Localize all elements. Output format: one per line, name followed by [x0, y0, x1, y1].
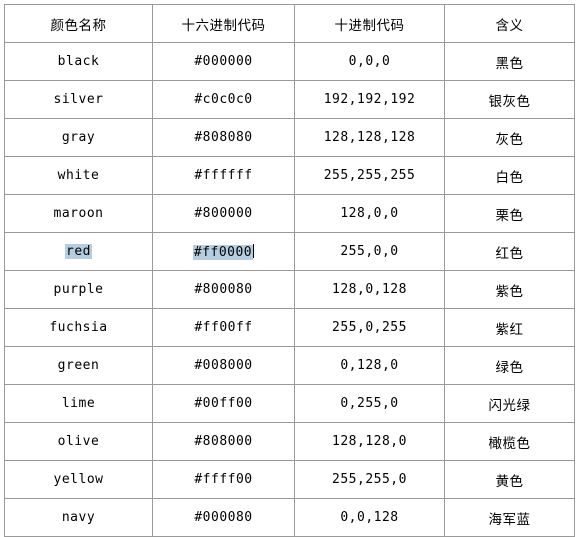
text-caret [253, 243, 255, 258]
table-row: yellow #ffff00 255,255,0 黄色 [4, 460, 575, 499]
table-header: 颜色名称 十六进制代码 十进制代码 含义 [4, 4, 575, 43]
table-row: navy #000080 0,0,128 海军蓝 [4, 498, 575, 537]
cell-meaning: 黑色 [444, 42, 575, 81]
cell-hex-code: #808000 [152, 422, 295, 461]
cell-hex-code: #800000 [152, 194, 295, 233]
cell-hex-code: #000000 [152, 42, 295, 81]
cell-meaning: 红色 [444, 232, 575, 271]
table-row: green #008000 0,128,0 绿色 [4, 346, 575, 385]
cell-color-name: green [4, 346, 153, 385]
column-header-name: 颜色名称 [4, 4, 153, 43]
cell-color-name: yellow [4, 460, 153, 499]
table-row-selected: red #ff0000 255,0,0 红色 [4, 232, 575, 271]
cell-meaning: 银灰色 [444, 80, 575, 119]
cell-decimal-code: 128,0,0 [294, 194, 445, 233]
document-page: 颜色名称 十六进制代码 十进制代码 含义 black #000000 0,0,0… [0, 4, 579, 537]
cell-color-name: olive [4, 422, 153, 461]
cell-hex-code: #ffffff [152, 156, 295, 195]
column-header-meaning: 含义 [444, 4, 575, 43]
cell-decimal-code: 255,0,255 [294, 308, 445, 347]
table-row: silver #c0c0c0 192,192,192 银灰色 [4, 80, 575, 119]
cell-meaning: 白色 [444, 156, 575, 195]
cell-color-name-selected[interactable]: red [4, 232, 153, 271]
cell-meaning: 黄色 [444, 460, 575, 499]
cell-decimal-code: 0,0,0 [294, 42, 445, 81]
table-row: white #ffffff 255,255,255 白色 [4, 156, 575, 195]
cell-hex-code: #ff00ff [152, 308, 295, 347]
cell-color-name: gray [4, 118, 153, 157]
cell-color-name: white [4, 156, 153, 195]
cell-color-name: silver [4, 80, 153, 119]
cell-color-name: purple [4, 270, 153, 309]
cell-decimal-code: 128,128,0 [294, 422, 445, 461]
table-row: maroon #800000 128,0,0 栗色 [4, 194, 575, 233]
cell-hex-code: #800080 [152, 270, 295, 309]
cell-color-name: lime [4, 384, 153, 423]
cell-decimal-code: 128,0,128 [294, 270, 445, 309]
cell-color-name: maroon [4, 194, 153, 233]
cell-decimal-code: 0,0,128 [294, 498, 445, 537]
cell-meaning: 栗色 [444, 194, 575, 233]
cell-meaning: 绿色 [444, 346, 575, 385]
table-body: black #000000 0,0,0 黑色 silver #c0c0c0 19… [4, 42, 575, 537]
table-header-row: 颜色名称 十六进制代码 十进制代码 含义 [4, 4, 575, 43]
cell-color-name: fuchsia [4, 308, 153, 347]
cell-hex-code: #ffff00 [152, 460, 295, 499]
cell-hex-code: #000080 [152, 498, 295, 537]
cell-color-name: black [4, 42, 153, 81]
cell-decimal-code: 255,255,255 [294, 156, 445, 195]
cell-decimal-code: 255,255,0 [294, 460, 445, 499]
table-row: olive #808000 128,128,0 橄榄色 [4, 422, 575, 461]
cell-decimal-code: 0,255,0 [294, 384, 445, 423]
cell-hex-code-selected[interactable]: #ff0000 [152, 232, 295, 271]
table-row: fuchsia #ff00ff 255,0,255 紫红 [4, 308, 575, 347]
cell-meaning: 灰色 [444, 118, 575, 157]
selected-hex-text: #ff0000 [192, 244, 254, 260]
selected-hex-wrapper: #ff0000 [192, 243, 255, 260]
color-reference-table: 颜色名称 十六进制代码 十进制代码 含义 black #000000 0,0,0… [4, 4, 575, 537]
cell-meaning: 闪光绿 [444, 384, 575, 423]
cell-hex-code: #00ff00 [152, 384, 295, 423]
cell-meaning: 紫红 [444, 308, 575, 347]
selected-color-name-text: red [65, 244, 92, 259]
cell-hex-code: #c0c0c0 [152, 80, 295, 119]
cell-decimal-code: 0,128,0 [294, 346, 445, 385]
table-row: gray #808080 128,128,128 灰色 [4, 118, 575, 157]
cell-decimal-code: 128,128,128 [294, 118, 445, 157]
column-header-decimal: 十进制代码 [294, 4, 445, 43]
cell-decimal-code: 192,192,192 [294, 80, 445, 119]
column-header-hex: 十六进制代码 [152, 4, 295, 43]
table-row: lime #00ff00 0,255,0 闪光绿 [4, 384, 575, 423]
cell-meaning: 紫色 [444, 270, 575, 309]
cell-decimal-code: 255,0,0 [294, 232, 445, 271]
table-row: black #000000 0,0,0 黑色 [4, 42, 575, 81]
cell-color-name: navy [4, 498, 153, 537]
table-row: purple #800080 128,0,128 紫色 [4, 270, 575, 309]
cell-meaning: 海军蓝 [444, 498, 575, 537]
cell-meaning: 橄榄色 [444, 422, 575, 461]
cell-hex-code: #808080 [152, 118, 295, 157]
cell-hex-code: #008000 [152, 346, 295, 385]
